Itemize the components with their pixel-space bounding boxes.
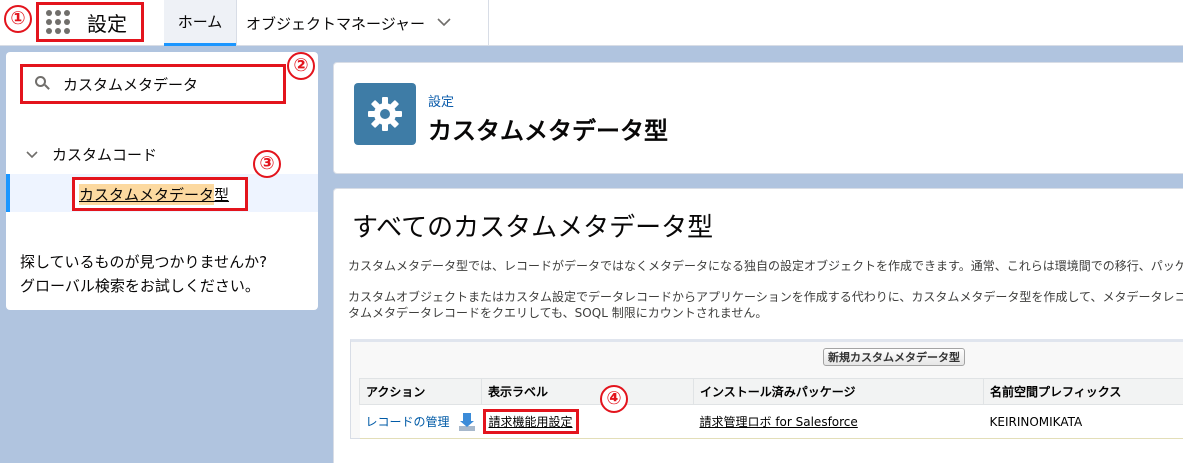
tree-node-custom-code[interactable]: カスタムコード — [26, 144, 157, 165]
tab-object-manager[interactable]: オブジェクトマネージャー — [246, 0, 451, 46]
description-line: カスタムオブジェクトまたはカスタム設定でデータレコードからアプリケーションを作成… — [348, 290, 1183, 304]
setup-sidebar: カスタムコード カスタムメタデータ型 探しているものが見つかりませんか? グロー… — [6, 52, 318, 310]
manage-records-link[interactable]: レコードの管理 — [366, 413, 450, 430]
tab-home[interactable]: ホーム — [164, 0, 236, 46]
waffle-icon[interactable] — [44, 8, 72, 36]
button-row: 新規カスタムメタデータ型 — [351, 342, 1183, 374]
tree-item-selected-row: カスタムメタデータ型 — [6, 174, 318, 212]
nav-divider — [236, 0, 237, 46]
quick-find-box[interactable] — [20, 64, 286, 104]
annotation-marker-2: ② — [287, 52, 315, 80]
list-panel: 新規カスタムメタデータ型 アクション 表示ラベル インストール済みパッケージ 名… — [350, 339, 1183, 439]
annotation-marker-4: ④ — [600, 385, 628, 413]
search-icon — [35, 76, 51, 92]
global-nav: 設定 ホーム オブジェクトマネージャー — [0, 0, 1183, 46]
page-title: カスタムメタデータ型 — [428, 117, 668, 145]
description-text: カスタムメタデータ型では、レコードがデータではなくメタデータになる独自の設定オブ… — [348, 259, 1183, 273]
table-header-row: アクション 表示ラベル インストール済みパッケージ 名前空間プレフィックス — [359, 378, 1183, 405]
column-header-label[interactable]: 表示ラベル — [481, 378, 694, 405]
annotation-marker-1: ① — [4, 5, 32, 33]
chevron-down-icon[interactable] — [26, 148, 38, 162]
tree-node-label: カスタムコード — [52, 146, 158, 164]
new-custom-metadata-type-button[interactable]: 新規カスタムメタデータ型 — [823, 348, 965, 366]
app-launcher-button[interactable]: 設定 — [36, 2, 144, 42]
quick-find-input[interactable] — [63, 75, 263, 93]
package-cell: 請求管理ロボ for Salesforce — [693, 404, 984, 439]
section-title: すべてのカスタムメタデータ型 — [352, 213, 714, 243]
label-cell: 請求機能用設定 — [481, 404, 694, 439]
sidebar-item-custom-metadata-types[interactable]: カスタムメタデータ型 — [72, 177, 248, 211]
column-header-action: アクション — [359, 378, 482, 405]
no-results-hint: 探しているものが見つかりませんか? グローバル検索をお試しください。 — [20, 250, 267, 298]
installed-package-link[interactable]: 請求管理ロボ for Salesforce — [700, 415, 858, 429]
main-content: すべてのカスタムメタデータ型 カスタムメタデータ型では、レコードがデータではなく… — [333, 188, 1183, 463]
no-results-line: グローバル検索をお試しください。 — [20, 277, 260, 295]
description-text: カスタムオブジェクトまたはカスタム設定でデータレコードからアプリケーションを作成… — [348, 289, 1183, 321]
no-results-line: 探しているものが見つかりませんか? — [20, 253, 268, 271]
metadata-type-label-link[interactable]: 請求機能用設定 — [489, 415, 573, 429]
download-icon[interactable] — [458, 412, 476, 431]
metadata-types-table: アクション 表示ラベル インストール済みパッケージ 名前空間プレフィックス レコ… — [359, 378, 1183, 439]
breadcrumb[interactable]: 設定 — [428, 91, 454, 110]
table-row: レコードの管理 請求機能用設定 請求管理ロボ for Salesforce KE… — [359, 404, 1183, 439]
nav-divider — [488, 0, 489, 46]
namespace-cell: KEIRINOMIKATA — [983, 404, 1183, 439]
tab-object-manager-label: オブジェクトマネージャー — [246, 14, 425, 33]
gear-icon — [354, 83, 416, 145]
annotated-label-box: 請求機能用設定 — [482, 409, 579, 434]
app-name: 設定 — [87, 11, 127, 36]
column-header-namespace[interactable]: 名前空間プレフィックス — [983, 378, 1183, 405]
action-cell: レコードの管理 — [359, 404, 482, 439]
column-header-package[interactable]: インストール済みパッケージ — [693, 378, 984, 405]
chevron-down-icon[interactable] — [437, 15, 451, 31]
search-highlight: カスタムメタデータ — [79, 183, 215, 205]
annotation-marker-3: ③ — [253, 150, 281, 178]
description-line: タムメタデータレコードをクエリしても、SOQL 制限にカウントされません。 — [348, 306, 768, 320]
page-header: 設定 カスタムメタデータ型 — [333, 62, 1183, 174]
tree-item-suffix: 型 — [214, 185, 230, 204]
